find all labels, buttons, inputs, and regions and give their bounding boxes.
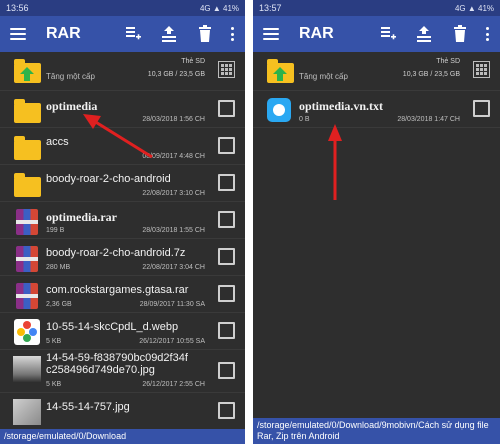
file-size: 199 B [46, 227, 65, 234]
go-up-row[interactable]: Tăng một cấp Thẻ SD 10,3 GB / 23,5 GB [253, 52, 500, 91]
list-item[interactable]: 14-55-14-757.jpg [0, 393, 245, 430]
select-checkbox[interactable] [218, 362, 235, 379]
left-screen: 13:56 4G ▲ 41% RAR Tăng một cấp Thẻ SD 1… [0, 0, 245, 444]
delete-icon[interactable] [197, 25, 213, 43]
select-checkbox[interactable] [218, 248, 235, 265]
file-date: 22/08/2017 3:10 CH [142, 190, 205, 197]
select-checkbox[interactable] [218, 402, 235, 419]
storage-label: Thẻ SD [436, 58, 460, 65]
file-date: 28/09/2017 11:30 SA [139, 301, 205, 308]
folder-icon [13, 134, 41, 160]
go-up-label: Tăng một cấp [299, 72, 348, 81]
file-date: 26/12/2017 10:55 SA [139, 338, 205, 345]
select-checkbox[interactable] [218, 322, 235, 339]
file-name: optimedia [46, 99, 98, 113]
rar-archive-icon [13, 282, 41, 309]
storage-label: Thẻ SD [181, 58, 205, 65]
file-date: 28/03/2018 1:55 CH [142, 227, 205, 234]
status-bar: 13:56 4G ▲ 41% [0, 0, 245, 16]
list-item[interactable]: 14-54-59-f838790bc09d2f34f c258496d749de7… [0, 350, 245, 393]
select-checkbox[interactable] [218, 211, 235, 228]
file-size: 280 MB [46, 264, 71, 271]
status-icons: 4G ▲ 41% [199, 3, 239, 13]
photos-app-icon [13, 319, 41, 345]
file-date: 28/03/2018 1:56 CH [142, 116, 205, 123]
folder-icon [13, 97, 41, 123]
more-options-icon[interactable] [231, 27, 235, 41]
select-checkbox[interactable] [218, 174, 235, 191]
file-date: 26/12/2017 2:55 CH [142, 381, 205, 388]
file-size: 0 B [299, 116, 310, 123]
path-bar: /storage/emulated/0/Download [0, 429, 245, 444]
select-checkbox[interactable] [218, 137, 235, 154]
app-title: RAR [299, 25, 334, 42]
text-file-icon [266, 97, 294, 123]
list-item[interactable]: boody-roar-2-cho-android.7z 280 MB 22/08… [0, 239, 245, 276]
folder-up-icon [266, 58, 294, 84]
file-name: accs [46, 136, 69, 148]
status-icons: 4G ▲ 41% [454, 3, 494, 13]
storage-space: 10,3 GB / 23,5 GB [147, 71, 205, 78]
file-date: 22/08/2017 3:04 CH [142, 264, 205, 271]
select-all-icon[interactable] [218, 61, 235, 78]
select-checkbox[interactable] [218, 100, 235, 117]
list-item[interactable]: boody-roar-2-cho-android 22/08/2017 3:10… [0, 165, 245, 202]
file-name: optimedia.vn.txt [299, 99, 383, 113]
rar-archive-icon [13, 208, 41, 235]
list-item[interactable]: com.rockstargames.gtasa.rar 2,36 GB 28/0… [0, 276, 245, 313]
more-options-icon[interactable] [486, 27, 490, 41]
list-item[interactable]: optimedia 28/03/2018 1:56 CH [0, 91, 245, 128]
status-time: 13:56 [6, 3, 29, 13]
file-name: com.rockstargames.gtasa.rar [46, 284, 189, 296]
file-name: boody-roar-2-cho-android.7z [46, 247, 186, 259]
add-to-archive-icon[interactable] [125, 25, 141, 43]
folder-icon [13, 171, 41, 197]
file-list: Tăng một cấp Thẻ SD 10,3 GB / 23,5 GB op… [0, 52, 245, 430]
file-size: 2,36 GB [46, 301, 72, 308]
app-title: RAR [46, 25, 81, 42]
file-name: optimedia.rar [46, 210, 117, 224]
go-up-row[interactable]: Tăng một cấp Thẻ SD 10,3 GB / 23,5 GB [0, 52, 245, 91]
delete-icon[interactable] [452, 25, 468, 43]
add-to-archive-icon[interactable] [380, 25, 396, 43]
list-item[interactable]: optimedia.vn.txt 0 B 28/03/2018 1:47 CH [253, 91, 500, 128]
menu-icon[interactable] [263, 28, 279, 40]
file-name: 10-55-14-skcCpdL_d.webp [46, 321, 179, 333]
status-bar: 13:57 4G ▲ 41% [253, 0, 500, 16]
menu-icon[interactable] [10, 28, 26, 40]
select-all-icon[interactable] [473, 61, 490, 78]
folder-up-icon [13, 58, 41, 84]
extract-icon[interactable] [161, 25, 177, 43]
file-size: 5 KB [46, 338, 62, 345]
list-item[interactable]: optimedia.rar 199 B 28/03/2018 1:55 CH [0, 202, 245, 239]
image-thumbnail-icon [13, 356, 41, 382]
status-time: 13:57 [259, 3, 282, 13]
app-bar: RAR [0, 16, 245, 52]
red-arrow-annotation [328, 124, 342, 200]
file-date: 08/09/2017 4:48 CH [142, 153, 205, 160]
file-size: 5 KB [46, 381, 62, 388]
image-thumbnail-icon [13, 399, 41, 425]
file-name: boody-roar-2-cho-android [46, 173, 171, 185]
app-bar: RAR [253, 16, 500, 52]
rar-archive-icon [13, 245, 41, 272]
storage-space: 10,3 GB / 23,5 GB [402, 71, 460, 78]
file-name: 14-54-59-f838790bc09d2f34f c258496d749de7… [46, 352, 188, 376]
file-name: 14-55-14-757.jpg [46, 401, 130, 413]
extract-icon[interactable] [416, 25, 432, 43]
select-checkbox[interactable] [218, 285, 235, 302]
list-item[interactable]: accs 08/09/2017 4:48 CH [0, 128, 245, 165]
list-item[interactable]: 10-55-14-skcCpdL_d.webp 5 KB 26/12/2017 … [0, 313, 245, 350]
right-screen: 13:57 4G ▲ 41% RAR Tăng một cấp Thẻ SD 1… [253, 0, 500, 444]
select-checkbox[interactable] [473, 100, 490, 117]
file-date: 28/03/2018 1:47 CH [397, 116, 460, 123]
go-up-label: Tăng một cấp [46, 72, 95, 81]
path-bar: /storage/emulated/0/Download/9mobivn/Các… [253, 418, 500, 444]
file-list: Tăng một cấp Thẻ SD 10,3 GB / 23,5 GB op… [253, 52, 500, 128]
